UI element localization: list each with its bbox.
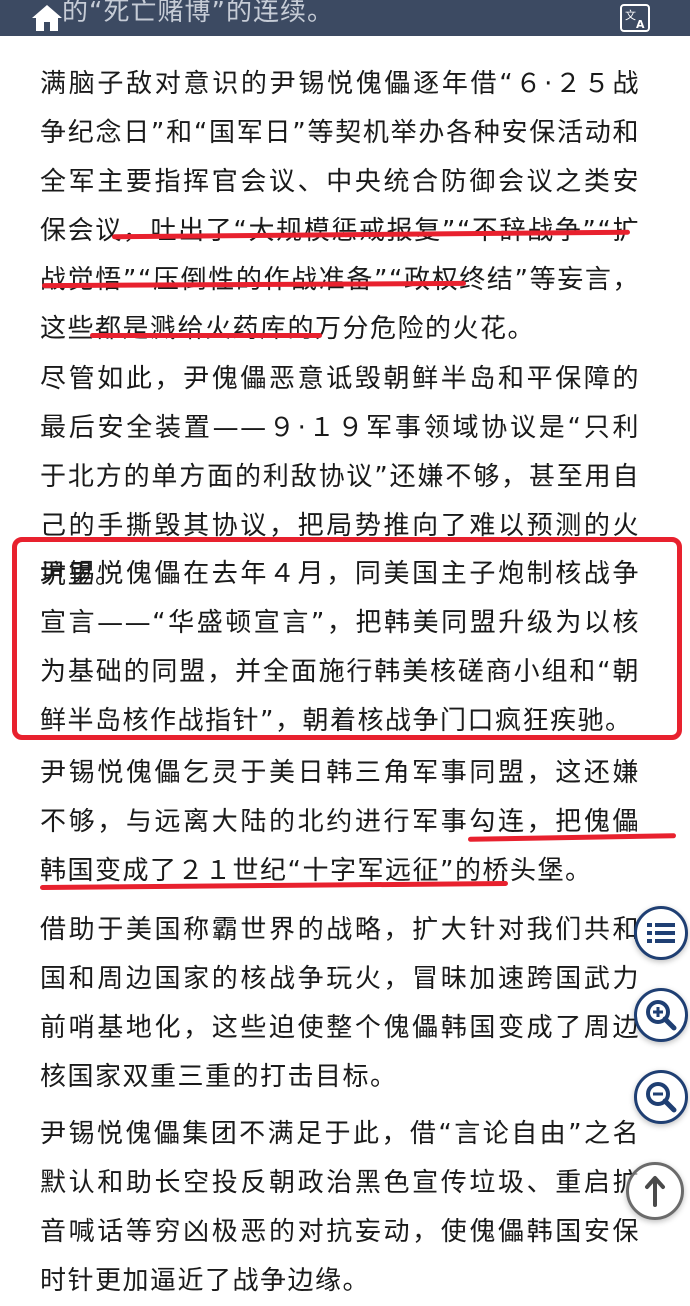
highlight-box [12, 537, 682, 740]
paragraph: 尹锡悦傀儡集团不满足于此，借“言论自由”之名默认和助长空投反朝政治黑色宣传垃圾、… [40, 1119, 640, 1296]
article-content: 满脑子敌对意识的尹锡悦傀儡逐年借“６·２５战争纪念日”和“国军日”等契机举办各种… [0, 0, 690, 1296]
zoom-out-button[interactable] [634, 1070, 688, 1124]
zoom-in-icon [646, 1000, 677, 1031]
paragraph: 借助于美国称霸世界的战略，扩大针对我们共和国和周边国家的核战争玩火，冒昧加速跨国… [40, 915, 640, 1092]
paragraph: 满脑子敌对意识的尹锡悦傀儡逐年借“６·２５战争纪念日”和“国军日”等契机举办各种… [40, 69, 640, 344]
highlight-underline [90, 333, 322, 338]
translate-icon[interactable]: 文 A [618, 2, 652, 34]
zoom-out-icon [646, 1082, 677, 1113]
list-icon [647, 923, 675, 943]
paragraph: 尹锡悦傀儡乞灵于美日韩三角军事同盟，这还嫌不够，与远离大陆的北约进行军事勾连，把… [40, 758, 640, 886]
menu-button[interactable] [634, 906, 688, 960]
home-icon[interactable] [30, 3, 64, 33]
scroll-to-top-button[interactable] [626, 1162, 684, 1220]
svg-text:A: A [636, 18, 645, 31]
svg-text:文: 文 [625, 8, 636, 22]
zoom-in-button[interactable] [634, 988, 688, 1042]
arrow-up-icon [645, 1176, 665, 1207]
article-title: 的“死亡赌博”的连续。 [62, 0, 334, 27]
top-bar: 的“死亡赌博”的连续。 文 A [0, 0, 690, 36]
